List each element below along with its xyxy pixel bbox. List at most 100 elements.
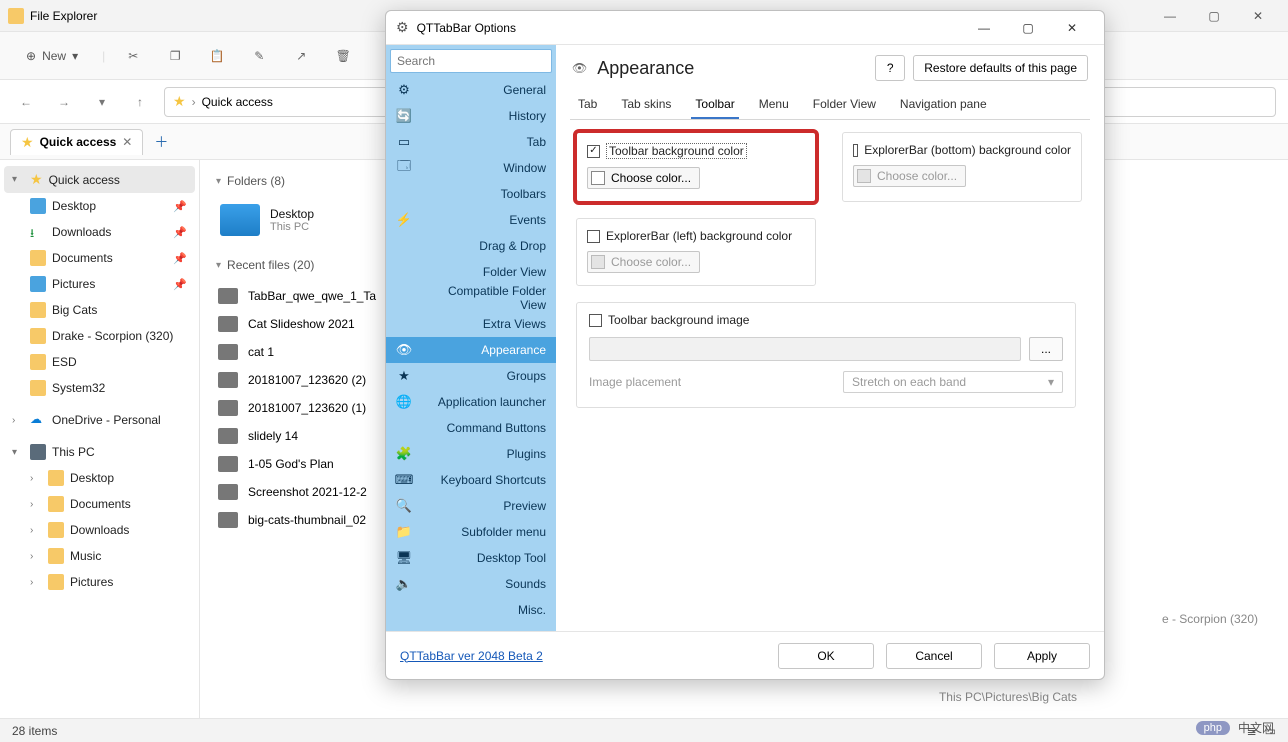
category-icon: 🧩	[396, 446, 412, 462]
up-button[interactable]: ↑	[126, 88, 154, 116]
choose-color-label: Choose color...	[877, 169, 957, 183]
category-item[interactable]: 👁 Appearance	[386, 337, 556, 363]
tree-this-pc[interactable]: ▾ This PC	[4, 439, 195, 465]
tree-item[interactable]: Big Cats	[4, 297, 195, 323]
tree-label: Drake - Scorpion (320)	[52, 329, 173, 343]
star-icon: ★	[21, 134, 34, 151]
category-item[interactable]: ⌨ Keyboard Shortcuts	[386, 467, 556, 493]
category-item[interactable]: 🔈 Sounds	[386, 571, 556, 597]
tree-quick-access[interactable]: ▾ ★ Quick access	[4, 166, 195, 193]
explorerbar-left-group: ExplorerBar (left) background color Choo…	[576, 218, 816, 286]
category-item[interactable]: Extra Views	[386, 311, 556, 337]
category-item[interactable]: 🔄 History	[386, 103, 556, 129]
category-icon	[396, 186, 412, 202]
tree-item[interactable]: › Music	[4, 543, 195, 569]
chevron-down-icon[interactable]: ▾	[88, 88, 116, 116]
toolbar-bgcolor-checkbox[interactable]: ✓ Toolbar background color	[587, 143, 805, 159]
tree-item[interactable]: Drake - Scorpion (320)	[4, 323, 195, 349]
category-icon: ⚙	[396, 82, 412, 98]
tree-item[interactable]: › Downloads	[4, 517, 195, 543]
placement-select[interactable]: Stretch on each band ▾	[843, 371, 1063, 393]
tab-quick-access[interactable]: ★ Quick access ✕	[10, 129, 143, 155]
category-item[interactable]: ★ Groups	[386, 363, 556, 389]
toolbar-bgimage-checkbox[interactable]: Toolbar background image	[589, 313, 1063, 327]
explorerbar-bottom-checkbox[interactable]: ExplorerBar (bottom) background color	[853, 143, 1071, 157]
explorerbar-left-checkbox[interactable]: ExplorerBar (left) background color	[587, 229, 805, 243]
maximize-button[interactable]: ▢	[1192, 0, 1236, 32]
category-item[interactable]: 📁 Subfolder menu	[386, 519, 556, 545]
browse-button[interactable]: ...	[1029, 337, 1063, 361]
category-item[interactable]: 🧩 Plugins	[386, 441, 556, 467]
category-item[interactable]: ▭ Tab	[386, 129, 556, 155]
tree-item[interactable]: ⭳ Downloads 📌	[4, 219, 195, 245]
toolbar-panel: ✓ Toolbar background color Choose color.…	[570, 120, 1090, 420]
apply-button[interactable]: Apply	[994, 643, 1090, 669]
group-label: Folders (8)	[227, 174, 285, 188]
back-button[interactable]: ←	[12, 88, 40, 116]
tree-item[interactable]: › Documents	[4, 491, 195, 517]
minimize-button[interactable]: —	[1148, 0, 1192, 32]
category-item[interactable]: 🔍 Preview	[386, 493, 556, 519]
new-button[interactable]: ⊕ New ▾	[16, 45, 88, 67]
tab-tab-skins[interactable]: Tab skins	[617, 91, 675, 119]
category-item[interactable]: Misc.	[386, 597, 556, 623]
tab-folder-view[interactable]: Folder View	[809, 91, 880, 119]
tab-menu[interactable]: Menu	[755, 91, 793, 119]
tab-close-icon[interactable]: ✕	[122, 135, 132, 149]
new-tab-button[interactable]: ＋	[149, 130, 173, 154]
tree-label: Quick access	[49, 173, 120, 187]
delete-icon[interactable]: 🗑	[329, 42, 357, 70]
explorer-title: File Explorer	[30, 9, 97, 23]
tree-item[interactable]: Pictures 📌	[4, 271, 195, 297]
rename-icon[interactable]: ✎	[245, 42, 273, 70]
file-name: cat 1	[248, 345, 274, 359]
tab-navigation-pane[interactable]: Navigation pane	[896, 91, 991, 119]
restore-defaults-button[interactable]: Restore defaults of this page	[913, 55, 1088, 81]
tree-item[interactable]: › Desktop	[4, 465, 195, 491]
forward-button[interactable]: →	[50, 88, 78, 116]
tree-item[interactable]: Documents 📌	[4, 245, 195, 271]
tree-item[interactable]: › Pictures	[4, 569, 195, 595]
tree-label: System32	[52, 381, 105, 395]
category-label: Folder View	[483, 265, 546, 279]
tree-item[interactable]: ESD	[4, 349, 195, 375]
tree-item[interactable]: Desktop 📌	[4, 193, 195, 219]
ok-button[interactable]: OK	[778, 643, 874, 669]
category-item[interactable]: 🗔 Window	[386, 155, 556, 181]
category-icon	[396, 602, 412, 618]
share-icon[interactable]: ↗	[287, 42, 315, 70]
choose-color-button[interactable]: Choose color...	[587, 167, 700, 189]
version-link[interactable]: QTTabBar ver 2048 Beta 2	[400, 649, 543, 663]
dialog-window-controls: — ▢ ✕	[962, 11, 1094, 45]
minimize-button[interactable]: —	[962, 11, 1006, 45]
cancel-button[interactable]: Cancel	[886, 643, 982, 669]
maximize-button[interactable]: ▢	[1006, 11, 1050, 45]
category-item[interactable]: 🖥 Desktop Tool	[386, 545, 556, 571]
tree-onedrive[interactable]: › ☁ OneDrive - Personal	[4, 407, 195, 433]
copy-icon[interactable]: ❐	[161, 42, 189, 70]
tree-label: Downloads	[70, 523, 129, 537]
help-button[interactable]: ?	[875, 55, 905, 81]
category-item[interactable]: Compatible Folder View	[386, 285, 556, 311]
tree-label: OneDrive - Personal	[52, 413, 161, 427]
category-item[interactable]: ⚡ Events	[386, 207, 556, 233]
tree-label: Pictures	[52, 277, 95, 291]
category-item[interactable]: Toolbars	[386, 181, 556, 207]
category-icon	[396, 290, 412, 306]
category-item[interactable]: ⚙ General	[386, 77, 556, 103]
tab-toolbar[interactable]: Toolbar	[691, 91, 738, 119]
bgimage-path-row: ...	[589, 337, 1063, 361]
search-input[interactable]	[390, 49, 552, 73]
close-button[interactable]: ✕	[1236, 0, 1280, 32]
category-item[interactable]: Folder View	[386, 259, 556, 285]
cut-icon[interactable]: ✂	[119, 42, 147, 70]
tab-tab[interactable]: Tab	[574, 91, 601, 119]
tree-item[interactable]: System32	[4, 375, 195, 401]
category-label: Preview	[503, 499, 546, 513]
category-item[interactable]: Drag & Drop	[386, 233, 556, 259]
category-item[interactable]: Command Buttons	[386, 415, 556, 441]
paste-icon[interactable]: 📋	[203, 42, 231, 70]
category-item[interactable]: 🌐 Application launcher	[386, 389, 556, 415]
close-button[interactable]: ✕	[1050, 11, 1094, 45]
checkbox-label: ExplorerBar (bottom) background color	[864, 143, 1071, 157]
